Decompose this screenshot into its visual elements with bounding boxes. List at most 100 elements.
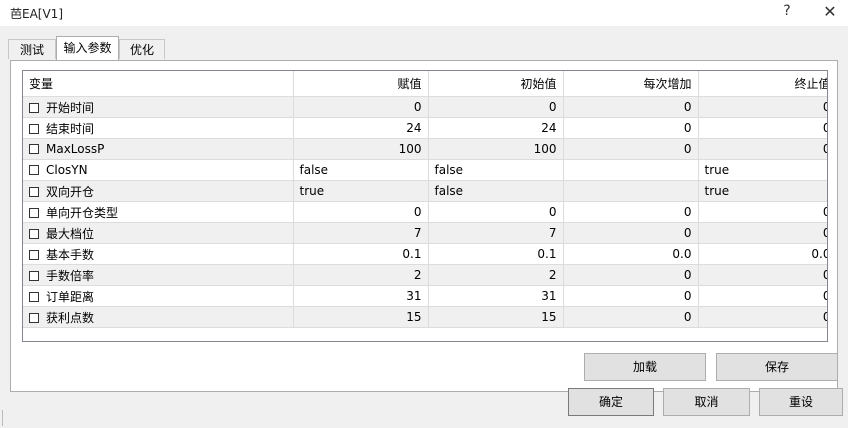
column-header-step[interactable]: 每次增加 [563,71,699,97]
value-cell[interactable]: 0.1 [293,243,429,265]
step-cell[interactable]: 0 [563,285,699,307]
column-header-value[interactable]: 赋值 [293,71,429,97]
reset-button[interactable]: 重设 [759,388,843,416]
stop-cell[interactable]: 0 [698,96,827,118]
variable-cell: 结束时间 [23,117,294,139]
step-cell[interactable]: 0 [563,138,699,160]
tab-optimization[interactable]: 优化 [119,39,165,59]
step-cell[interactable]: 0 [563,201,699,223]
stop-cell[interactable]: true [698,159,827,181]
variable-name: 结束时间 [46,121,95,136]
optimize-checkbox[interactable] [29,228,39,239]
variable-cell: 开始时间 [23,96,294,118]
stop-cell[interactable]: 0 [698,264,827,286]
step-cell[interactable]: 0.0 [563,243,699,265]
variable-name: 双向开仓 [46,184,95,199]
variable-name: ClosYN [46,163,88,177]
variable-name: 获利点数 [46,310,95,325]
start-cell[interactable]: 15 [428,306,564,328]
stop-cell[interactable]: true [698,180,827,202]
value-cell[interactable]: 0 [293,96,429,118]
value-cell[interactable]: 31 [293,285,429,307]
save-button[interactable]: 保存 [716,353,838,381]
value-cell[interactable]: false [293,159,429,181]
column-header-variable[interactable]: 变量 [23,71,294,97]
optimize-checkbox[interactable] [29,102,39,113]
resize-grip[interactable] [2,410,9,426]
table-row[interactable]: 订单距离 31 31 0 0 [23,285,827,307]
step-cell[interactable]: 0 [563,306,699,328]
table-row[interactable]: 开始时间 0 0 0 0 [23,96,827,118]
title-bar: 芭EA[V1] ? ✕ [0,0,848,26]
close-icon[interactable]: ✕ [822,2,838,21]
optimize-checkbox[interactable] [29,249,39,260]
parameters-table: 变量 赋值 初始值 每次增加 终止值 开始时间 0 0 0 0 [23,71,827,328]
load-button[interactable]: 加载 [584,353,706,381]
step-cell[interactable]: 0 [563,96,699,118]
start-cell[interactable]: 24 [428,117,564,139]
stop-cell[interactable]: 0 [698,138,827,160]
tab-test[interactable]: 测试 [8,39,56,59]
start-cell[interactable]: 2 [428,264,564,286]
start-cell[interactable]: 100 [428,138,564,160]
cancel-button[interactable]: 取消 [663,388,750,416]
stop-cell[interactable]: 0 [698,117,827,139]
variable-cell: 获利点数 [23,306,294,328]
value-cell[interactable]: 15 [293,306,429,328]
value-cell[interactable]: 0 [293,201,429,223]
variable-cell: 订单距离 [23,285,294,307]
optimize-checkbox[interactable] [29,123,39,134]
optimize-checkbox[interactable] [29,165,39,175]
start-cell[interactable]: 31 [428,285,564,307]
value-cell[interactable]: true [293,180,429,202]
start-cell[interactable]: 0 [428,201,564,223]
step-cell[interactable] [563,159,699,181]
variable-name: 最大档位 [46,226,95,241]
value-cell[interactable]: 100 [293,138,429,160]
stop-cell[interactable]: 0 [698,222,827,244]
optimize-checkbox[interactable] [29,144,39,154]
start-cell[interactable]: 0 [428,96,564,118]
inputs-panel: 变量 赋值 初始值 每次增加 终止值 开始时间 0 0 0 0 [10,60,838,392]
table-row[interactable]: MaxLossP 100 100 0 0 [23,138,827,160]
step-cell[interactable]: 0 [563,222,699,244]
table-row[interactable]: 单向开仓类型 0 0 0 0 [23,201,827,223]
step-cell[interactable]: 0 [563,117,699,139]
table-row[interactable]: 结束时间 24 24 0 0 [23,117,827,139]
start-cell[interactable]: false [428,159,564,181]
parameters-grid[interactable]: 变量 赋值 初始值 每次增加 终止值 开始时间 0 0 0 0 [22,70,828,342]
start-cell[interactable]: 0.1 [428,243,564,265]
column-header-start[interactable]: 初始值 [428,71,564,97]
table-row[interactable]: 双向开仓 true false true [23,180,827,202]
table-row[interactable]: 获利点数 15 15 0 0 [23,306,827,328]
step-cell[interactable]: 0 [563,264,699,286]
value-cell[interactable]: 2 [293,264,429,286]
value-cell[interactable]: 24 [293,117,429,139]
variable-cell: ClosYN [23,159,294,181]
stop-cell[interactable]: 0.0 [698,243,827,265]
value-cell[interactable]: 7 [293,222,429,244]
table-row[interactable]: 基本手数 0.1 0.1 0.0 0.0 [23,243,827,265]
table-row[interactable]: ClosYN false false true [23,159,827,181]
variable-name: 订单距离 [46,289,95,304]
window-title: 芭EA[V1] [10,7,63,21]
step-cell[interactable] [563,180,699,202]
table-row[interactable]: 手数倍率 2 2 0 0 [23,264,827,286]
ok-button[interactable]: 确定 [568,388,654,416]
table-row[interactable]: 最大档位 7 7 0 0 [23,222,827,244]
stop-cell[interactable]: 0 [698,201,827,223]
stop-cell[interactable]: 0 [698,306,827,328]
optimize-checkbox[interactable] [29,186,39,197]
optimize-checkbox[interactable] [29,207,39,218]
variable-cell: 单向开仓类型 [23,201,294,223]
stop-cell[interactable]: 0 [698,285,827,307]
tab-inputs[interactable]: 输入参数 [56,36,119,60]
start-cell[interactable]: false [428,180,564,202]
column-header-stop[interactable]: 终止值 [698,71,827,97]
help-icon[interactable]: ? [780,3,794,19]
dialog-body: 测试 输入参数 优化 变量 赋值 初始值 每次增加 终止值 开始时间 0 0 0… [0,26,848,428]
optimize-checkbox[interactable] [29,270,39,281]
start-cell[interactable]: 7 [428,222,564,244]
optimize-checkbox[interactable] [29,291,39,302]
optimize-checkbox[interactable] [29,312,39,323]
